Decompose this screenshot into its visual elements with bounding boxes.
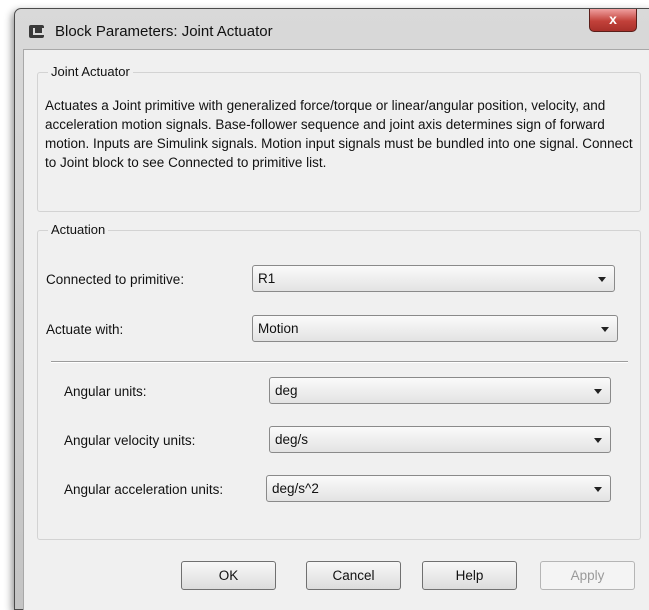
chevron-down-icon <box>594 389 602 394</box>
angular-velocity-units-label: Angular velocity units: <box>64 433 196 448</box>
connected-to-primitive-label: Connected to primitive: <box>46 272 185 287</box>
chevron-down-icon <box>601 327 609 332</box>
window-title: Block Parameters: Joint Actuator <box>55 23 273 40</box>
apply-button[interactable]: Apply <box>540 561 635 590</box>
title-bar[interactable]: Block Parameters: Joint Actuator x <box>15 9 649 49</box>
angular-units-value: deg <box>275 383 298 398</box>
cancel-button[interactable]: Cancel <box>306 561 401 590</box>
actuate-with-label: Actuate with: <box>46 322 124 337</box>
angular-units-label: Angular units: <box>64 384 147 399</box>
angular-units-select[interactable]: deg <box>269 377 611 404</box>
angular-acceleration-units-value: deg/s^2 <box>272 481 319 496</box>
chevron-down-icon <box>598 277 606 282</box>
angular-acceleration-units-label: Angular acceleration units: <box>64 482 224 497</box>
description-text: Actuates a Joint primitive with generali… <box>45 98 633 170</box>
actuation-group-label: Actuation <box>48 222 109 237</box>
actuate-with-select[interactable]: Motion <box>252 315 618 342</box>
actuate-with-value: Motion <box>258 321 299 336</box>
dialog-window: Block Parameters: Joint Actuator x Joint… <box>14 8 649 610</box>
actuation-separator <box>51 361 628 363</box>
block-icon <box>29 25 44 38</box>
ok-button[interactable]: OK <box>181 561 276 590</box>
close-button[interactable]: x <box>589 9 637 32</box>
chevron-down-icon <box>594 438 602 443</box>
dialog-client: Joint Actuator Actuates a Joint primitiv… <box>23 49 649 610</box>
angular-velocity-units-value: deg/s <box>275 432 309 447</box>
chevron-down-icon <box>594 487 602 492</box>
connected-to-primitive-select[interactable]: R1 <box>252 265 615 292</box>
angular-acceleration-units-select[interactable]: deg/s^2 <box>266 475 611 502</box>
angular-velocity-units-select[interactable]: deg/s <box>269 426 611 453</box>
description-group: Joint Actuator Actuates a Joint primitiv… <box>37 64 641 212</box>
description-group-label: Joint Actuator <box>48 64 133 79</box>
actuation-group: Actuation Connected to primitive: R1 Act… <box>37 222 641 540</box>
connected-to-primitive-value: R1 <box>258 271 276 286</box>
help-button[interactable]: Help <box>422 561 517 590</box>
